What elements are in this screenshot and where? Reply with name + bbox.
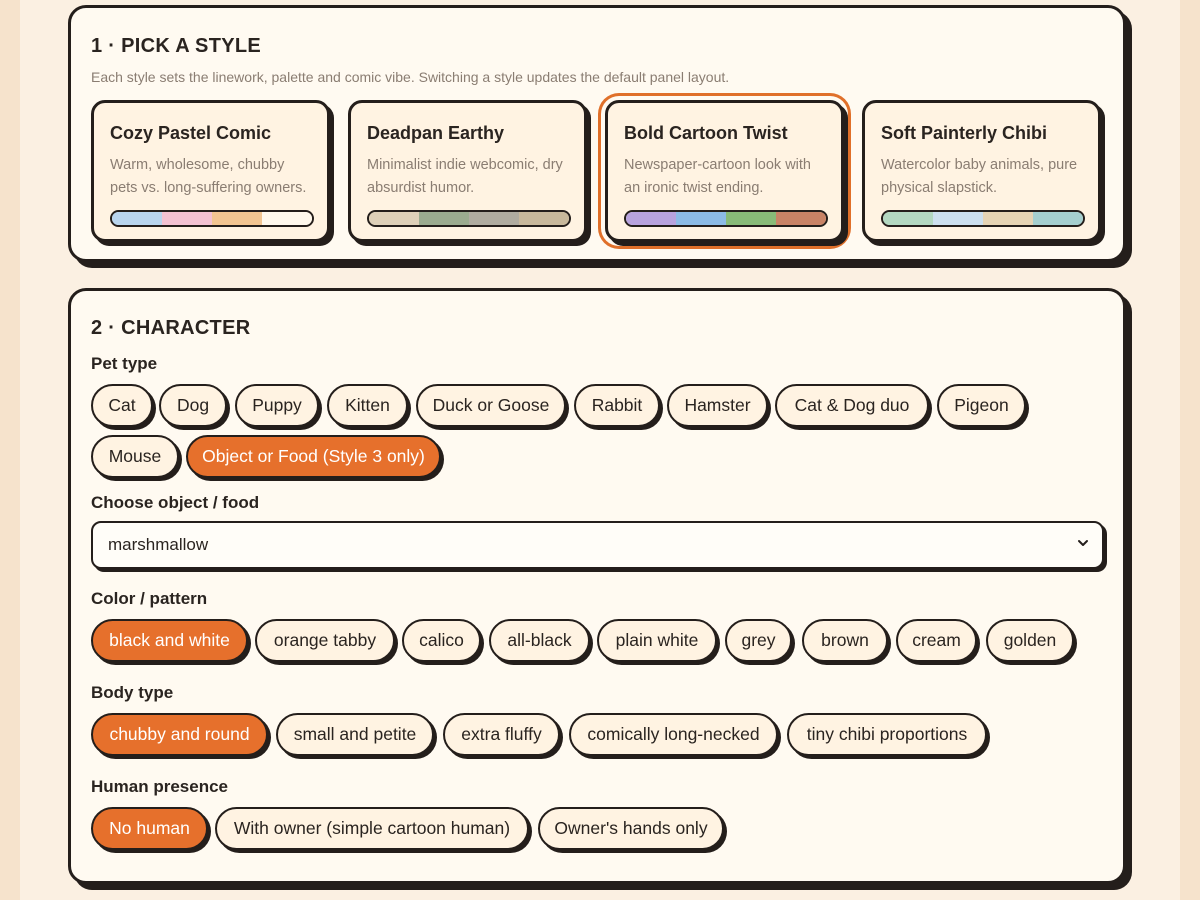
style-card-soft-painterly-chibi[interactable]: Soft Painterly Chibi Watercolor baby ani…: [862, 100, 1101, 242]
style-card-description: Warm, wholesome, chubby pets vs. long-su…: [110, 157, 307, 196]
style-card-title: Soft Painterly Chibi: [881, 123, 1048, 143]
style-card-description: Minimalist indie webcomic, dry absurdist…: [367, 157, 563, 196]
object-label: Choose object / food: [91, 493, 260, 512]
palette-swatch: [1033, 212, 1083, 225]
chip-pet-mouse[interactable]: Mouse: [91, 435, 179, 478]
chip-color-grey[interactable]: grey: [725, 619, 792, 662]
chip-pet-dog[interactable]: Dog: [159, 384, 227, 427]
palette-swatch: [626, 212, 676, 225]
chip-pet-cat-dog-duo[interactable]: Cat & Dog duo: [775, 384, 929, 427]
palette-swatch: [369, 212, 419, 225]
chip-body-long-necked[interactable]: comically long-necked: [569, 713, 778, 756]
chip-pet-pigeon[interactable]: Pigeon: [937, 384, 1026, 427]
style-card-deadpan-earthy[interactable]: Deadpan Earthy Minimalist indie webcomic…: [348, 100, 587, 242]
palette-swatch-bar: [110, 210, 314, 227]
chip-body-small-petite[interactable]: small and petite: [276, 713, 434, 756]
chip-color-brown[interactable]: brown: [802, 619, 888, 662]
palette-swatch: [212, 212, 262, 225]
color-label: Color / pattern: [91, 589, 208, 608]
palette-swatch-bar: [881, 210, 1085, 227]
chip-pet-cat[interactable]: Cat: [91, 384, 153, 427]
object-select-value: marshmallow: [108, 535, 209, 554]
pet-type-label: Pet type: [91, 354, 158, 373]
chip-color-golden[interactable]: golden: [986, 619, 1074, 662]
chip-color-all-black[interactable]: all-black: [489, 619, 590, 662]
palette-swatch: [726, 212, 776, 225]
palette-swatch: [519, 212, 569, 225]
palette-swatch: [883, 212, 933, 225]
palette-swatch: [776, 212, 826, 225]
style-card-description: Watercolor baby animals, pure physical s…: [881, 157, 1078, 196]
chip-pet-object-food[interactable]: Object or Food (Style 3 only): [186, 435, 441, 478]
palette-swatch-bar: [624, 210, 828, 227]
section-title-style: 1 · PICK A STYLE: [91, 35, 262, 57]
style-section: 1 · PICK A STYLE Each style sets the lin…: [68, 5, 1126, 262]
chip-pet-kitten[interactable]: Kitten: [327, 384, 408, 427]
chip-pet-hamster[interactable]: Hamster: [667, 384, 768, 427]
chip-color-orange-tabby[interactable]: orange tabby: [255, 619, 395, 662]
style-card-description: Newspaper-cartoon look with an ironic tw…: [624, 157, 811, 196]
chip-color-black-white[interactable]: black and white: [91, 619, 248, 662]
style-card-bold-cartoon-twist[interactable]: Bold Cartoon Twist Newspaper-cartoon loo…: [605, 100, 844, 242]
style-section-subtitle: Each style sets the linework, palette an…: [91, 69, 730, 85]
chip-color-cream[interactable]: cream: [896, 619, 977, 662]
style-card-cozy-pastel[interactable]: Cozy Pastel Comic Warm, wholesome, chubb…: [91, 100, 330, 242]
palette-swatch: [676, 212, 726, 225]
palette-swatch: [162, 212, 212, 225]
palette-swatch-bar: [367, 210, 571, 227]
human-presence-label: Human presence: [91, 777, 228, 796]
character-section: 2 · CHARACTER Pet type Cat Dog Puppy Kit…: [68, 288, 1126, 884]
chip-body-chubby-round[interactable]: chubby and round: [91, 713, 268, 756]
chip-pet-duck-goose[interactable]: Duck or Goose: [416, 384, 566, 427]
chip-human-hands-only[interactable]: Owner's hands only: [538, 807, 724, 850]
style-options: Cozy Pastel Comic Warm, wholesome, chubb…: [91, 100, 1111, 245]
palette-swatch: [983, 212, 1033, 225]
chip-pet-puppy[interactable]: Puppy: [235, 384, 319, 427]
style-card-title: Cozy Pastel Comic: [110, 123, 272, 143]
palette-swatch: [469, 212, 519, 225]
body-type-label: Body type: [91, 683, 174, 702]
palette-swatch: [419, 212, 469, 225]
style-card-title: Deadpan Earthy: [367, 123, 505, 143]
chip-human-none[interactable]: No human: [91, 807, 208, 850]
chip-pet-rabbit[interactable]: Rabbit: [574, 384, 660, 427]
section-title-character: 2 · CHARACTER: [91, 317, 251, 339]
chip-human-with-owner[interactable]: With owner (simple cartoon human): [215, 807, 529, 850]
chip-color-calico[interactable]: calico: [402, 619, 481, 662]
palette-swatch: [933, 212, 983, 225]
palette-swatch: [112, 212, 162, 225]
palette-swatch: [262, 212, 312, 225]
chip-body-extra-fluffy[interactable]: extra fluffy: [443, 713, 560, 756]
style-card-title: Bold Cartoon Twist: [624, 123, 788, 143]
object-select[interactable]: marshmallow: [91, 521, 1104, 569]
chip-color-plain-white[interactable]: plain white: [597, 619, 717, 662]
chevron-down-icon: [1078, 540, 1088, 546]
chip-body-tiny-chibi[interactable]: tiny chibi proportions: [787, 713, 987, 756]
